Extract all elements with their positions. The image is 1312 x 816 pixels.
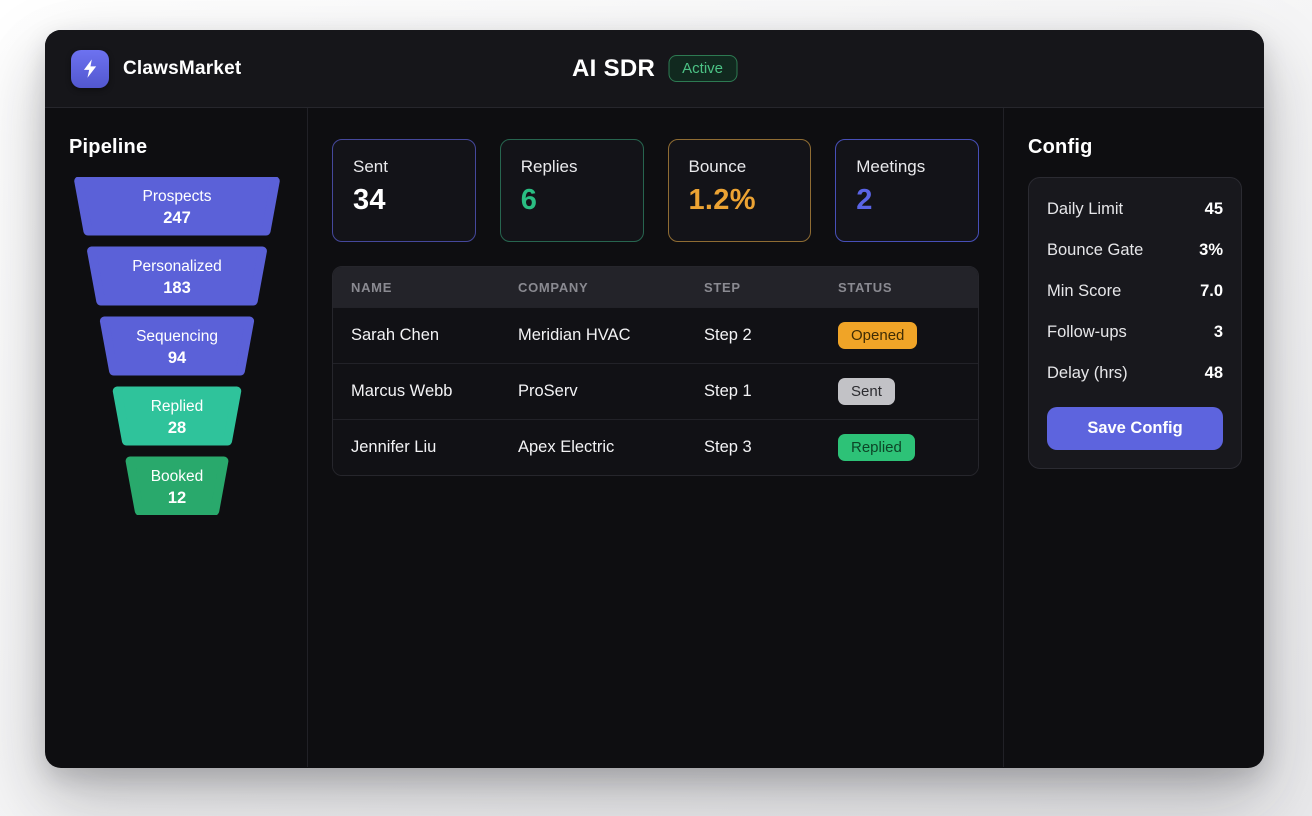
stat-value: 6 bbox=[521, 184, 623, 217]
status-pill: Opened bbox=[838, 322, 917, 349]
config-label: Follow-ups bbox=[1047, 323, 1127, 342]
funnel-stage-value: 12 bbox=[168, 489, 186, 507]
config-panel: Config Daily Limit 45 Bounce Gate 3% Min… bbox=[1003, 108, 1264, 767]
config-card: Daily Limit 45 Bounce Gate 3% Min Score … bbox=[1028, 177, 1242, 469]
status-pill: Sent bbox=[838, 378, 895, 405]
cell-step: Step 1 bbox=[704, 382, 838, 401]
config-value: 45 bbox=[1205, 200, 1223, 219]
table-row[interactable]: Sarah Chen Meridian HVAC Step 2 Opened bbox=[333, 307, 978, 363]
pipeline-funnel-chart: Prospects 247 Personalized 183 Sequencing 94 R… bbox=[69, 177, 285, 520]
stat-label: Meetings bbox=[856, 157, 958, 177]
pipeline-heading: Pipeline bbox=[69, 136, 285, 159]
column-header-status: STATUS bbox=[838, 280, 978, 295]
status-badge: Active bbox=[668, 55, 737, 82]
funnel-stage-value: 183 bbox=[163, 279, 191, 297]
cell-step: Step 3 bbox=[704, 438, 838, 457]
table-header-row: NAME COMPANY STEP STATUS bbox=[333, 267, 978, 307]
stat-label: Replies bbox=[521, 157, 623, 177]
stat-card: Bounce 1.2% bbox=[668, 139, 812, 242]
stat-value: 2 bbox=[856, 184, 958, 217]
column-header-name: NAME bbox=[351, 280, 518, 295]
app-window: ClawsMarket AI SDR Active Pipeline Prosp… bbox=[45, 30, 1264, 768]
status-pill: Replied bbox=[838, 434, 915, 461]
funnel-stage-value: 28 bbox=[168, 419, 186, 437]
cell-company: ProServ bbox=[518, 382, 704, 401]
config-label: Delay (hrs) bbox=[1047, 364, 1128, 383]
stat-card: Sent 34 bbox=[332, 139, 476, 242]
cell-status: Sent bbox=[838, 378, 978, 405]
save-config-button[interactable]: Save Config bbox=[1047, 407, 1223, 450]
cell-status: Opened bbox=[838, 322, 978, 349]
table-body: Sarah Chen Meridian HVAC Step 2 Opened M… bbox=[333, 307, 978, 475]
lightning-bolt-icon bbox=[71, 50, 109, 88]
cell-step: Step 2 bbox=[704, 326, 838, 345]
config-label: Min Score bbox=[1047, 282, 1121, 301]
cell-name: Sarah Chen bbox=[351, 326, 518, 345]
cell-status: Replied bbox=[838, 434, 978, 461]
stats-grid: Sent 34 Replies 6 Bounce 1.2% Meeti bbox=[332, 139, 979, 242]
stat-label: Sent bbox=[353, 157, 455, 177]
funnel-stage-value: 94 bbox=[168, 349, 187, 367]
config-value: 3% bbox=[1199, 241, 1223, 260]
config-value: 48 bbox=[1205, 364, 1223, 383]
funnel-stage-value: 247 bbox=[163, 209, 191, 227]
config-value: 7.0 bbox=[1200, 282, 1223, 301]
column-header-step: STEP bbox=[704, 280, 838, 295]
funnel-stage-label: Booked bbox=[151, 468, 204, 485]
header: ClawsMarket AI SDR Active bbox=[45, 30, 1264, 108]
config-value: 3 bbox=[1214, 323, 1223, 342]
config-row: Follow-ups 3 bbox=[1047, 323, 1223, 342]
cell-name: Marcus Webb bbox=[351, 382, 518, 401]
config-row: Delay (hrs) 48 bbox=[1047, 364, 1223, 383]
table-row[interactable]: Jennifer Liu Apex Electric Step 3 Replie… bbox=[333, 419, 978, 475]
column-header-company: COMPANY bbox=[518, 280, 704, 295]
brand-name: ClawsMarket bbox=[123, 58, 241, 80]
stat-card: Meetings 2 bbox=[835, 139, 979, 242]
cell-name: Jennifer Liu bbox=[351, 438, 518, 457]
config-label: Bounce Gate bbox=[1047, 241, 1143, 260]
page-title: AI SDR bbox=[572, 55, 655, 83]
brand: ClawsMarket bbox=[71, 50, 241, 88]
stat-value: 1.2% bbox=[689, 184, 791, 217]
stat-value: 34 bbox=[353, 184, 455, 217]
cell-company: Meridian HVAC bbox=[518, 326, 704, 345]
leads-table: NAME COMPANY STEP STATUS Sarah Chen Meri… bbox=[332, 266, 979, 476]
stat-card: Replies 6 bbox=[500, 139, 644, 242]
table-row[interactable]: Marcus Webb ProServ Step 1 Sent bbox=[333, 363, 978, 419]
config-heading: Config bbox=[1028, 136, 1242, 159]
config-row: Daily Limit 45 bbox=[1047, 200, 1223, 219]
funnel-stage-label: Replied bbox=[151, 398, 204, 415]
funnel-stage-label: Personalized bbox=[132, 258, 222, 275]
pipeline-panel: Pipeline Prospects 247 Personalized 183 Sequ… bbox=[45, 108, 308, 767]
main-panel: Sent 34 Replies 6 Bounce 1.2% Meeti bbox=[308, 108, 1003, 767]
stat-label: Bounce bbox=[689, 157, 791, 177]
config-row: Min Score 7.0 bbox=[1047, 282, 1223, 301]
title-group: AI SDR Active bbox=[572, 55, 737, 83]
config-label: Daily Limit bbox=[1047, 200, 1123, 219]
config-row: Bounce Gate 3% bbox=[1047, 241, 1223, 260]
cell-company: Apex Electric bbox=[518, 438, 704, 457]
funnel-stage-label: Prospects bbox=[143, 188, 212, 205]
funnel-stage-label: Sequencing bbox=[136, 328, 218, 345]
